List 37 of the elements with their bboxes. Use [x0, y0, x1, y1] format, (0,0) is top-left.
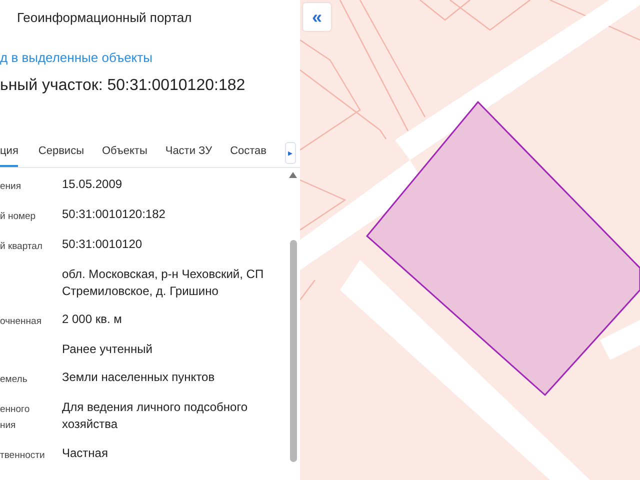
- tabs-next-button[interactable]: ▸: [284, 142, 296, 164]
- field-value: Частная: [62, 445, 109, 462]
- collapse-panel-button[interactable]: «: [303, 3, 331, 31]
- tab[interactable]: ция: [0, 139, 18, 167]
- field-value: Для ведения личного подсобного хозяйства: [62, 399, 249, 433]
- field-label: й квартал: [0, 240, 44, 254]
- field-value: Ранее учтенный: [62, 341, 154, 358]
- parcel-boundary[interactable]: [300, 70, 386, 140]
- parcel-heading: ьный участок: 50:31:0010120:182: [0, 77, 246, 95]
- tab[interactable]: Состав: [230, 139, 266, 167]
- parcel-boundary[interactable]: [339, 0, 409, 132]
- road: [600, 320, 640, 360]
- parcel-boundary[interactable]: [300, 280, 316, 300]
- field-value: 2 000 кв. м: [62, 311, 123, 328]
- parcel-boundary[interactable]: [300, 40, 361, 150]
- field-label: й номер: [0, 210, 37, 224]
- selected-parcel[interactable]: [366, 100, 640, 396]
- tab[interactable]: Части ЗУ: [165, 139, 212, 167]
- parcel-boundary[interactable]: [359, 0, 426, 118]
- tab[interactable]: Сервисы: [38, 139, 84, 167]
- field-value: 15.05.2009: [62, 176, 124, 193]
- field-value: 50:31:0010120:182: [62, 206, 166, 223]
- field-value: Земли населенных пунктов: [62, 369, 216, 386]
- portal-title: Геоинформационный портал: [16, 9, 193, 27]
- tab[interactable]: Объекты: [102, 139, 148, 167]
- field-label: ения: [0, 180, 22, 194]
- scroll-up-icon[interactable]: [289, 172, 297, 178]
- field-label: емель: [0, 373, 28, 387]
- parcel-boundary[interactable]: [420, 0, 470, 21]
- selected-objects-link[interactable]: д в выделенные объекты: [0, 50, 300, 65]
- field-value: 50:31:0010120: [62, 236, 144, 253]
- field-label: енного: [0, 403, 31, 417]
- field-label: очненная: [0, 315, 42, 329]
- field-label: твенности: [0, 449, 46, 463]
- field-value: обл. Московская, р-н Чеховский, СП Стремиловское, д. Гришино: [62, 266, 265, 300]
- field-label: ния: [0, 419, 17, 433]
- parcel-boundary[interactable]: [450, 0, 530, 31]
